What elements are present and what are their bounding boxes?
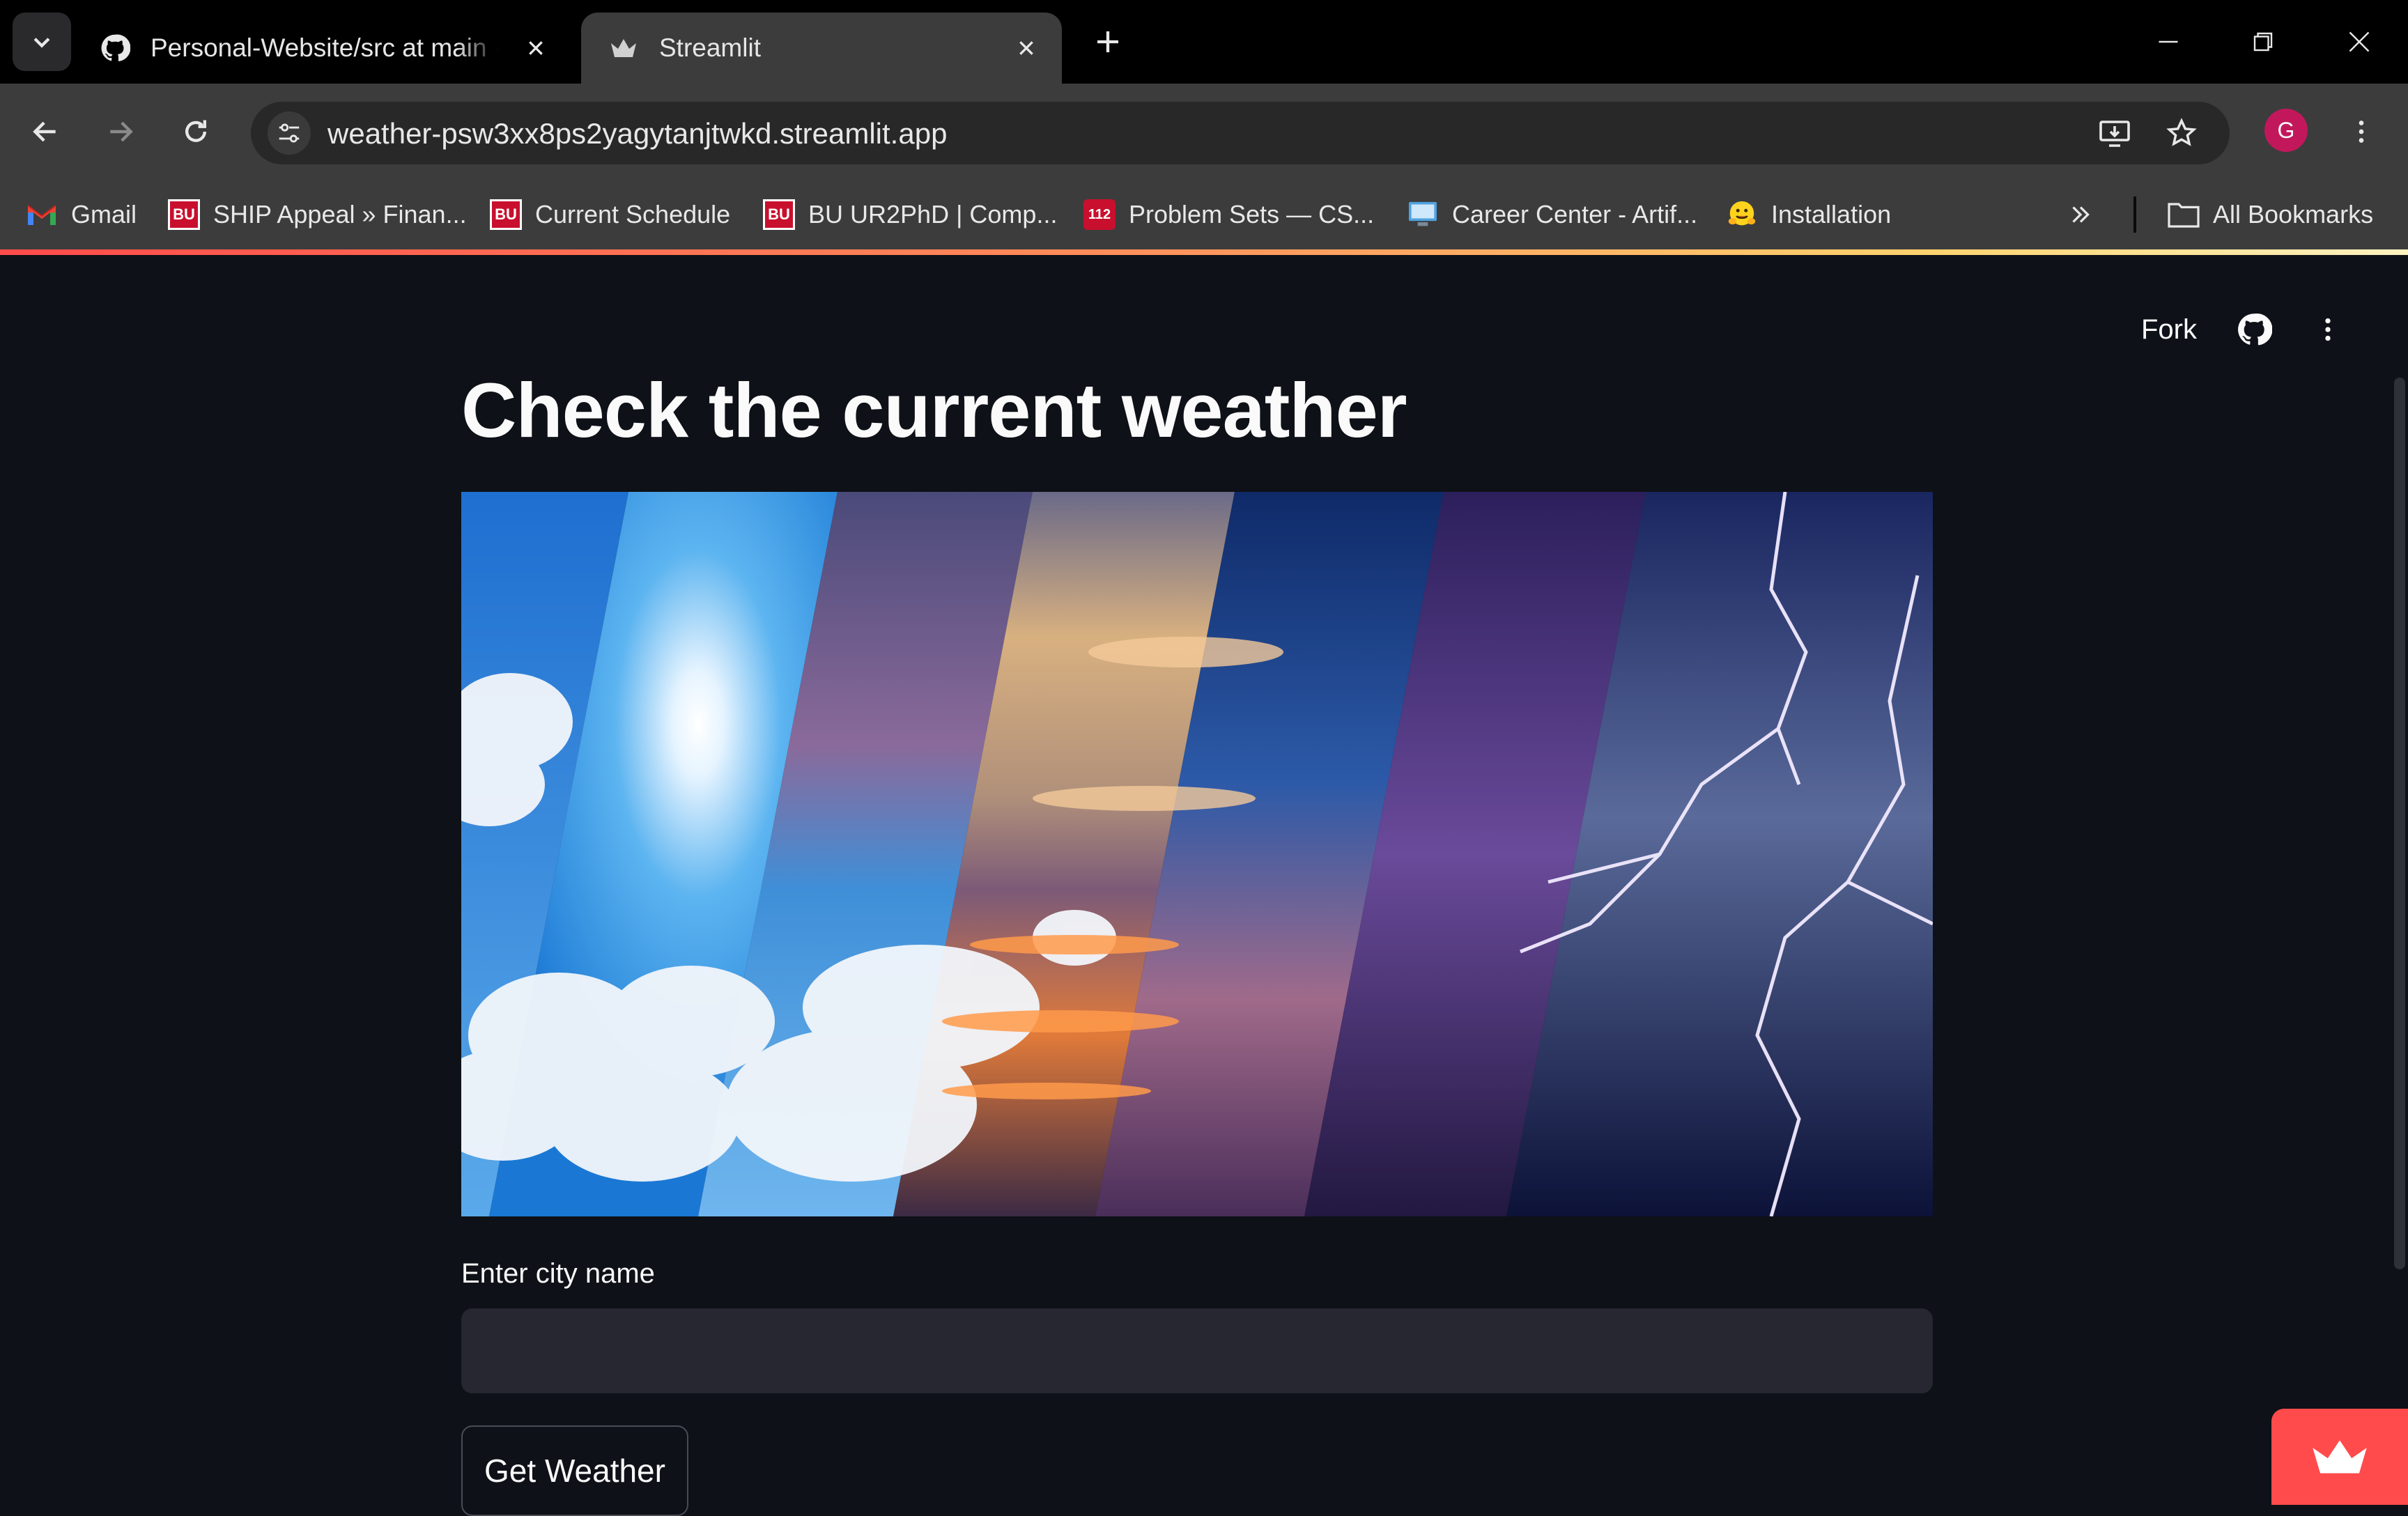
tab-streamlit[interactable]: Streamlit bbox=[581, 13, 1062, 84]
browser-toolbar: weather-psw3xx8ps2yagytanjtwkd.streamlit… bbox=[0, 84, 2408, 180]
bu-icon: BU bbox=[762, 198, 796, 231]
back-button[interactable] bbox=[18, 105, 72, 159]
url-text[interactable]: weather-psw3xx8ps2yagytanjtwkd.streamlit… bbox=[327, 117, 947, 150]
close-window-button[interactable] bbox=[2317, 14, 2401, 70]
fork-button[interactable]: Fork bbox=[2132, 305, 2206, 354]
page-scrollbar[interactable] bbox=[2394, 378, 2405, 1269]
new-tab-button[interactable] bbox=[1087, 21, 1129, 63]
tab-github[interactable]: Personal-Website/src at main · J bbox=[84, 13, 571, 84]
all-bookmarks-button[interactable]: All Bookmarks bbox=[2167, 195, 2373, 234]
kebab-menu-icon bbox=[2325, 318, 2331, 341]
all-bookmarks-label: All Bookmarks bbox=[2213, 200, 2374, 229]
close-tab-icon[interactable] bbox=[517, 29, 555, 67]
bookmark-item[interactable]: BU Current Schedule bbox=[489, 195, 730, 234]
folder-icon bbox=[2167, 198, 2200, 231]
bookmark-item[interactable]: Career Center - Artif... bbox=[1406, 195, 1697, 234]
plus-icon bbox=[1097, 31, 1118, 52]
bookmark-item[interactable]: Gmail bbox=[25, 195, 137, 234]
bookmark-label: Installation bbox=[1771, 200, 1892, 229]
page-title: Check the current weather bbox=[461, 368, 1407, 454]
github-icon[interactable] bbox=[2230, 305, 2278, 354]
bu-icon: BU bbox=[167, 198, 201, 231]
forward-button[interactable] bbox=[93, 105, 148, 159]
minimize-button[interactable] bbox=[2127, 14, 2210, 70]
bookmark-label: BU UR2PhD | Comp... bbox=[808, 200, 1058, 229]
bookmark-label: Career Center - Artif... bbox=[1452, 200, 1698, 229]
streamlit-app: Fork Check the current weather Enter cit… bbox=[0, 255, 2408, 1516]
more-bookmarks-button[interactable] bbox=[2068, 195, 2093, 234]
city-input-label: Enter city name bbox=[461, 1258, 655, 1289]
close-icon bbox=[2349, 31, 2370, 52]
city-input[interactable] bbox=[461, 1308, 1933, 1393]
restore-icon bbox=[2253, 32, 2273, 52]
restore-button[interactable] bbox=[2221, 14, 2305, 70]
arrow-left-icon bbox=[33, 121, 56, 142]
monitor-icon bbox=[1406, 198, 1440, 231]
app-menu-button[interactable] bbox=[2303, 305, 2352, 354]
bookmark-item[interactable]: Installation bbox=[1725, 195, 1891, 234]
course-112-icon: 112 bbox=[1083, 198, 1116, 231]
minimize-icon bbox=[2159, 40, 2178, 43]
bookmarks-bar: Gmail BU SHIP Appeal » Finan... BU Curre… bbox=[0, 180, 2408, 252]
bookmark-star-icon[interactable] bbox=[2161, 113, 2202, 153]
bookmark-label: SHIP Appeal » Finan... bbox=[213, 200, 467, 229]
double-chevron-right-icon bbox=[2072, 206, 2090, 223]
streamlit-crown-icon bbox=[2313, 1440, 2367, 1474]
bookmark-label: Problem Sets — CS... bbox=[1129, 200, 1375, 229]
hugging-face-icon bbox=[1725, 198, 1759, 231]
tab-search-button[interactable] bbox=[13, 13, 71, 71]
gmail-icon bbox=[25, 198, 59, 231]
github-icon bbox=[99, 32, 131, 64]
reload-button[interactable] bbox=[169, 105, 223, 159]
bookmark-label: Current Schedule bbox=[535, 200, 731, 229]
browser-tab-strip: Personal-Website/src at main · J Streaml… bbox=[0, 0, 2408, 84]
reload-icon bbox=[185, 120, 207, 142]
weather-collage-image bbox=[461, 492, 1933, 1216]
address-bar[interactable]: weather-psw3xx8ps2yagytanjtwkd.streamlit… bbox=[251, 102, 2230, 164]
profile-avatar[interactable]: G bbox=[2264, 109, 2308, 152]
tab-title: Personal-Website/src at main · J bbox=[150, 33, 499, 62]
streamlit-decoration-bar bbox=[0, 249, 2408, 255]
streamlit-badge[interactable] bbox=[2271, 1409, 2408, 1505]
bookmark-label: Gmail bbox=[71, 200, 137, 229]
arrow-right-icon bbox=[110, 121, 133, 142]
chevron-down-icon bbox=[33, 38, 50, 48]
close-tab-icon[interactable] bbox=[1008, 29, 1045, 67]
bookmarks-divider bbox=[2133, 196, 2136, 233]
browser-menu-button[interactable] bbox=[2334, 105, 2388, 159]
get-weather-button[interactable]: Get Weather bbox=[461, 1425, 688, 1516]
streamlit-crown-icon bbox=[608, 32, 640, 64]
site-settings-icon[interactable] bbox=[268, 111, 311, 155]
bookmark-item[interactable]: BU BU UR2PhD | Comp... bbox=[762, 195, 1057, 234]
bookmark-item[interactable]: 112 Problem Sets — CS... bbox=[1083, 195, 1374, 234]
bookmark-item[interactable]: BU SHIP Appeal » Finan... bbox=[167, 195, 467, 234]
kebab-menu-icon bbox=[2359, 121, 2364, 143]
bu-icon: BU bbox=[489, 198, 523, 231]
install-app-icon[interactable] bbox=[2094, 113, 2135, 153]
tab-title: Streamlit bbox=[659, 33, 761, 62]
